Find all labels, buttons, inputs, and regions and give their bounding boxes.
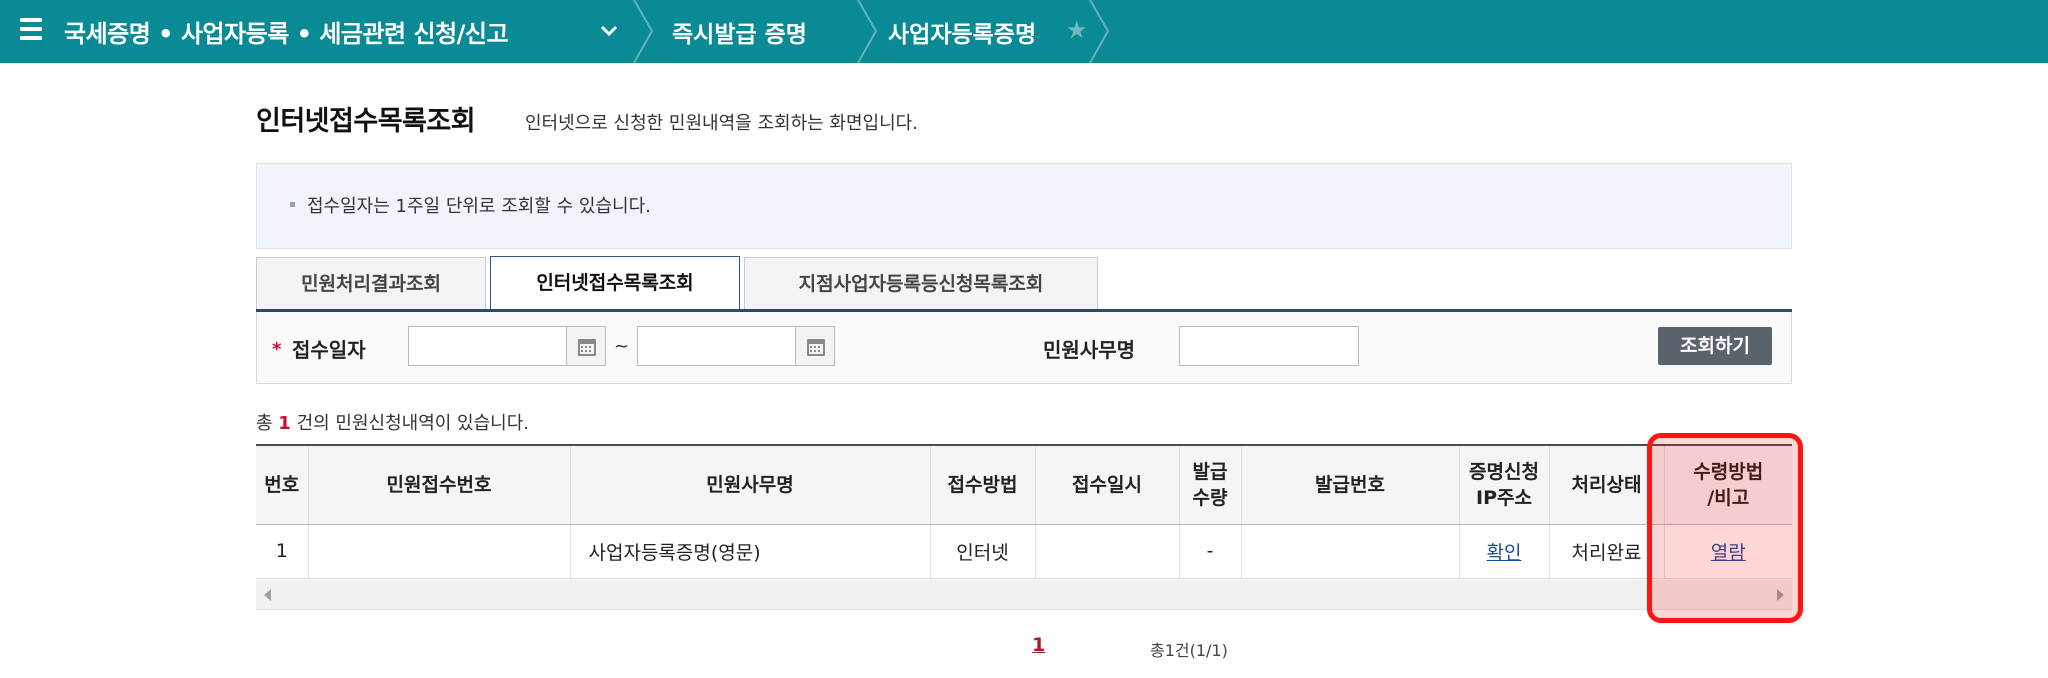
notice-text: 접수일자는 1주일 단위로 조회할 수 있습니다. bbox=[307, 196, 651, 217]
cell-issue-no bbox=[1241, 524, 1460, 579]
cell-receipt-no bbox=[308, 524, 571, 579]
summary-prefix: 총 bbox=[256, 413, 273, 434]
breadcrumb-separator-icon bbox=[1089, 0, 1110, 63]
service-name-input[interactable] bbox=[1179, 326, 1359, 366]
cell-datetime bbox=[1035, 524, 1180, 579]
breadcrumb-separator-icon bbox=[857, 0, 878, 63]
search-button[interactable]: 조회하기 bbox=[1658, 327, 1772, 365]
date-to-input[interactable] bbox=[637, 326, 797, 366]
calendar-icon[interactable] bbox=[566, 326, 606, 366]
header-receive-line2: /비고 bbox=[1707, 486, 1750, 509]
header-service-name: 민원사무명 bbox=[570, 444, 931, 525]
cell-receive-method: 열람 bbox=[1664, 524, 1792, 579]
table-header-row: 번호 민원접수번호 민원사무명 접수방법 접수일시 발급수량 발급번호 증명신청… bbox=[256, 444, 1792, 525]
chevron-down-icon[interactable] bbox=[596, 18, 622, 44]
result-summary: 총 1 건의 민원신청내역이 있습니다. bbox=[256, 409, 529, 435]
cell-service-name: 사업자등록증명(영문) bbox=[570, 524, 931, 579]
header-status: 처리상태 bbox=[1549, 444, 1665, 525]
scroll-right-arrow-icon[interactable] bbox=[1777, 589, 1784, 601]
date-label: 접수일자 bbox=[292, 338, 366, 362]
summary-count: 1 bbox=[278, 413, 291, 434]
cell-quantity: - bbox=[1179, 524, 1242, 579]
cell-status: 처리완료 bbox=[1549, 524, 1665, 579]
cell-ip: 확인 bbox=[1459, 524, 1550, 579]
nav-menu-title[interactable]: 국세증명 • 사업자등록 • 세금관련 신청/신고 bbox=[64, 14, 509, 49]
summary-suffix: 건의 민원신청내역이 있습니다. bbox=[296, 413, 530, 434]
scroll-left-arrow-icon[interactable] bbox=[264, 589, 271, 601]
header-quantity: 발급수량 bbox=[1179, 444, 1242, 525]
header-receipt-no: 민원접수번호 bbox=[308, 444, 571, 525]
horizontal-scrollbar[interactable] bbox=[256, 580, 1792, 610]
page-description: 인터넷으로 신청한 민원내역을 조회하는 화면입니다. bbox=[525, 113, 918, 134]
bullet-icon bbox=[290, 202, 295, 207]
header-ip: 증명신청 IP주소 bbox=[1459, 444, 1550, 525]
top-nav-bar: 국세증명 • 사업자등록 • 세금관련 신청/신고 즉시발급 증명 사업자등록증… bbox=[0, 0, 2048, 63]
view-link[interactable]: 열람 bbox=[1711, 542, 1746, 564]
page-info: 총1건(1/1) bbox=[1150, 641, 1228, 660]
breadcrumb-separator-icon bbox=[633, 0, 654, 63]
header-receive-line1: 수령방법 bbox=[1693, 460, 1764, 483]
hamburger-menu-icon[interactable] bbox=[20, 18, 42, 40]
tab-internet-receipt-list[interactable]: 인터넷접수목록조회 bbox=[490, 256, 740, 312]
header-quantity-line2: 수량 bbox=[1192, 486, 1228, 509]
header-quantity-line1: 발급 bbox=[1192, 460, 1228, 483]
date-range-tilde: ~ bbox=[614, 336, 630, 357]
calendar-icon[interactable] bbox=[795, 326, 835, 366]
page-link-current[interactable]: 1 bbox=[1032, 634, 1045, 656]
header-method: 접수방법 bbox=[930, 444, 1036, 525]
header-no: 번호 bbox=[256, 444, 309, 525]
page-title: 인터넷접수목록조회 bbox=[256, 106, 476, 137]
header-receive-method: 수령방법/비고 bbox=[1664, 444, 1792, 525]
service-name-label: 민원사무명 bbox=[1043, 338, 1135, 362]
header-ip-line1: 증명신청 bbox=[1469, 460, 1539, 483]
favorite-star-icon[interactable]: ★ bbox=[1066, 16, 1088, 44]
header-ip-line2: IP주소 bbox=[1476, 486, 1532, 509]
table-row: 1 사업자등록증명(영문) 인터넷 - 확인 처리완료 열람 bbox=[256, 524, 1792, 579]
required-mark: * bbox=[272, 339, 282, 360]
date-from-input[interactable] bbox=[408, 326, 568, 366]
tab-branch-registration-list[interactable]: 지점사업자등록등신청목록조회 bbox=[744, 257, 1098, 311]
results-table: 번호 민원접수번호 민원사무명 접수방법 접수일시 발급수량 발급번호 증명신청… bbox=[256, 444, 1792, 579]
cell-method: 인터넷 bbox=[930, 524, 1036, 579]
header-issue-no: 발급번호 bbox=[1241, 444, 1460, 525]
cell-no: 1 bbox=[256, 524, 309, 579]
breadcrumb-item-instant-issue[interactable]: 즉시발급 증명 bbox=[672, 15, 807, 49]
tab-result-inquiry[interactable]: 민원처리결과조회 bbox=[256, 257, 486, 311]
notice-box: 접수일자는 1주일 단위로 조회할 수 있습니다. bbox=[256, 163, 1792, 249]
ip-confirm-link[interactable]: 확인 bbox=[1487, 542, 1522, 564]
header-datetime: 접수일시 bbox=[1035, 444, 1180, 525]
breadcrumb-item-business-registration[interactable]: 사업자등록증명 bbox=[888, 15, 1036, 49]
